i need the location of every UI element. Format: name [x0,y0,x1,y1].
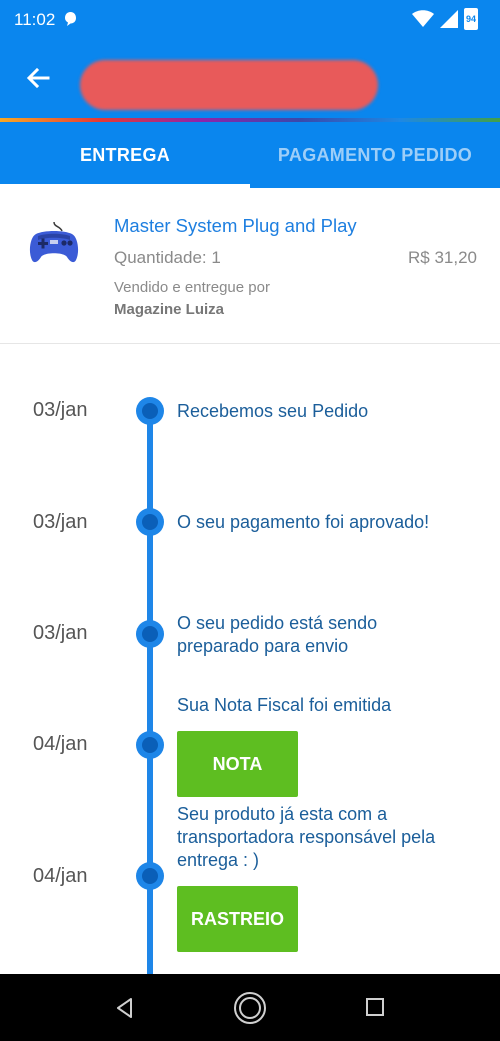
timeline-date: 04/jan [33,733,88,755]
battery-level: 94 [465,14,476,24]
timeline-event-text: O seu pagamento foi aprovado! [177,512,430,532]
signal-icon [440,10,458,28]
product-card: Master System Plug and Play Quantidade: … [0,188,500,344]
timeline-dot [136,397,164,425]
message-icon [65,12,76,26]
rastreio-button[interactable]: RASTREIO [177,886,298,952]
timeline-date: 03/jan [33,622,88,644]
nav-recent-apps-icon[interactable] [365,997,385,1017]
tab-pagamento-pedido[interactable]: PAGAMENTO PEDIDO [250,122,500,188]
timeline-date: 04/jan [33,865,88,887]
timeline-date: 03/jan [33,511,88,533]
tab-entrega[interactable]: ENTREGA [0,122,250,188]
nota-button[interactable]: NOTA [177,731,298,797]
product-quantity: Quantidade: 1 [114,248,221,267]
timeline-date: 03/jan [33,399,88,421]
timeline-event-text: Sua Nota Fiscal foi emitida [177,695,392,715]
sold-by-label: Vendido e entregue por [114,279,270,296]
system-navigation-bar [0,974,500,1041]
order-tracking-screen: 11:02 94 ENTREGA PAGAMENTO PEDIDO Master… [0,0,500,1041]
wifi-icon [412,10,434,27]
app-bar [0,40,500,120]
redacted-page-title [80,60,378,110]
timeline-dot [136,620,164,648]
timeline-event-text: Recebemos seu Pedido [177,401,369,421]
gamepad-icon [29,221,79,263]
product-name-link[interactable]: Master System Plug and Play [114,215,357,237]
timeline-dot [136,508,164,536]
product-price: R$ 31,20 [408,248,477,267]
seller-name: Magazine Luiza [114,301,225,318]
status-bar: 11:02 94 [0,0,500,40]
battery-icon: 94 [464,8,478,30]
nav-back-icon[interactable] [113,996,137,1020]
timeline-dot [136,731,164,759]
nav-home-icon[interactable] [233,991,267,1025]
tab-bar: ENTREGA PAGAMENTO PEDIDO [0,122,500,188]
arrow-back-icon[interactable] [24,64,52,92]
status-time: 11:02 [14,10,56,29]
timeline-event-text: Seu produto já esta com a transportadora… [177,804,436,870]
timeline-event-text: O seu pedido está sendo preparado para e… [177,613,378,656]
timeline-dot [136,862,164,890]
